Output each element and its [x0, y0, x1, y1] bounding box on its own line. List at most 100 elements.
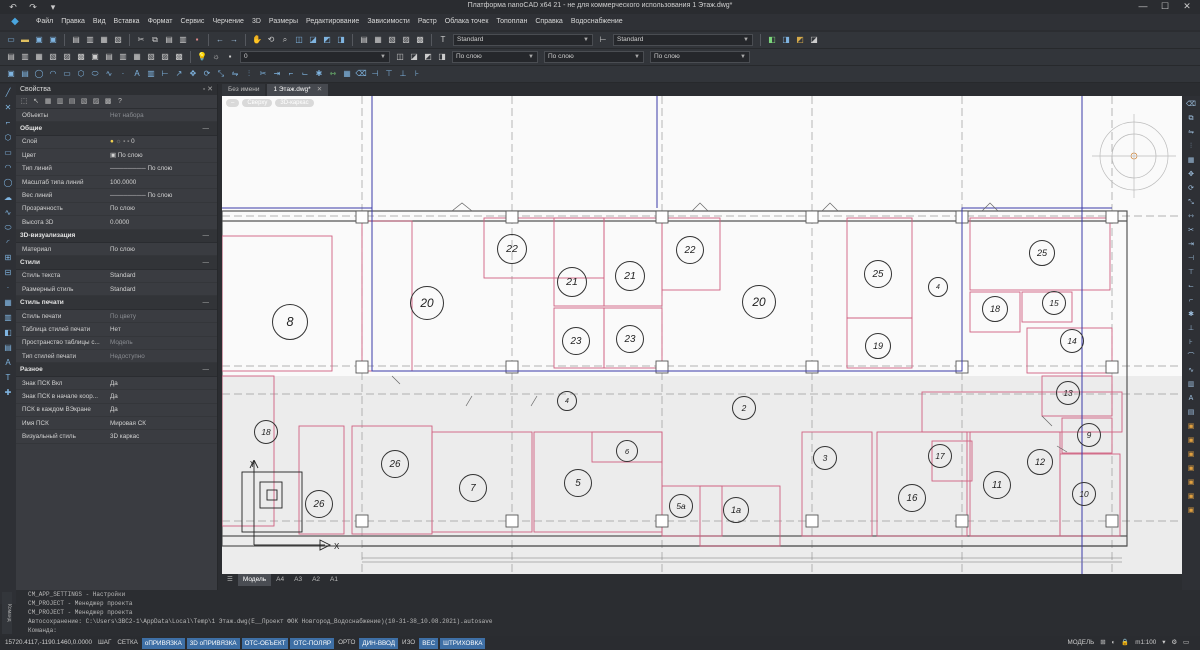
- match-properties-icon[interactable]: ▪: [191, 34, 203, 46]
- layer-match-icon[interactable]: ◨: [436, 51, 448, 63]
- menu-constraints[interactable]: Зависимости: [363, 14, 413, 30]
- layer-select[interactable]: 0 ▼: [240, 51, 390, 63]
- property-row[interactable]: Материал По слою: [16, 243, 217, 257]
- join-icon[interactable]: ⊤: [383, 68, 395, 80]
- table-icon[interactable]: ▦: [131, 51, 143, 63]
- text-style-select[interactable]: Standard ▼: [453, 34, 593, 46]
- xref-editor-icon[interactable]: ▣: [1186, 436, 1196, 446]
- align-tool-icon[interactable]: ⊦: [1186, 338, 1196, 348]
- zoom-all-icon[interactable]: ◨: [335, 34, 347, 46]
- block-editor-icon[interactable]: ▣: [1186, 422, 1196, 432]
- annotation-scale-icon[interactable]: ▾: [1159, 636, 1168, 650]
- menu-raster[interactable]: Растр: [414, 14, 441, 30]
- toggle-hatch[interactable]: ШТРИХОВКА: [440, 637, 486, 649]
- paste-special-icon[interactable]: ▥: [177, 34, 189, 46]
- toggle-snap[interactable]: ШАГ: [95, 636, 114, 650]
- pointer-icon[interactable]: ↖: [31, 97, 41, 107]
- menu-insert[interactable]: Вставка: [110, 14, 144, 30]
- zoom-realtime-icon[interactable]: ⌕: [279, 34, 291, 46]
- linetype-select[interactable]: По слою ▼: [544, 51, 644, 63]
- erase-tool-icon[interactable]: ⌫: [1186, 100, 1196, 110]
- select-objects-icon[interactable]: ⬚: [19, 97, 29, 107]
- sort-icon[interactable]: ▨: [91, 97, 101, 107]
- extend-icon[interactable]: ⇥: [271, 68, 283, 80]
- array-icon[interactable]: ▦: [341, 68, 353, 80]
- collapse-icon[interactable]: —: [203, 259, 210, 266]
- make-current-layer-icon[interactable]: ◫: [394, 51, 406, 63]
- ellipse-tool-icon[interactable]: ⬭: [2, 222, 14, 234]
- property-row[interactable]: Высота 3D 0.0000: [16, 216, 217, 230]
- pan-icon[interactable]: ✋: [251, 34, 263, 46]
- tab-a1[interactable]: A1: [325, 574, 343, 586]
- text-style-icon[interactable]: T: [437, 34, 449, 46]
- zoom-extents-icon[interactable]: ◩: [321, 34, 333, 46]
- cut-icon[interactable]: ✂: [135, 34, 147, 46]
- tool-palettes-icon[interactable]: ▧: [386, 34, 398, 46]
- revcloud-icon[interactable]: ☁: [2, 192, 14, 204]
- xref-icon[interactable]: ▩: [75, 51, 87, 63]
- property-row[interactable]: ПСК в каждом ВЭкране Да: [16, 404, 217, 417]
- close-button[interactable]: ✕: [1180, 1, 1194, 12]
- dimension-style-select[interactable]: Standard ▼: [613, 34, 753, 46]
- draworder-icon[interactable]: ▤: [5, 51, 17, 63]
- circle-icon[interactable]: ◯: [33, 68, 45, 80]
- edit-attribute-icon[interactable]: ▤: [1186, 408, 1196, 418]
- property-row[interactable]: Тип стилей печати Недоступно: [16, 350, 217, 364]
- section-plot-style[interactable]: Стиль печати —: [16, 296, 217, 310]
- audit-icon[interactable]: ▣: [1186, 506, 1196, 516]
- menu-dimensions[interactable]: Размеры: [265, 14, 302, 30]
- group-icon[interactable]: ▥: [19, 51, 31, 63]
- panel-pin-close-icon[interactable]: ▫ ✕: [203, 84, 213, 95]
- region-icon[interactable]: ▩: [173, 51, 185, 63]
- section-styles[interactable]: Стили —: [16, 256, 217, 270]
- make-block-icon[interactable]: ⊟: [2, 267, 14, 279]
- trim-tool-icon[interactable]: ✂: [1186, 226, 1196, 236]
- view-cube-icon[interactable]: ◨: [780, 34, 792, 46]
- arc-tool-icon[interactable]: ◠: [2, 162, 14, 174]
- field-icon[interactable]: ▧: [145, 51, 157, 63]
- quick-select-icon[interactable]: ▦: [43, 97, 53, 107]
- nanocad-logo-icon[interactable]: ◆: [4, 15, 26, 29]
- move-icon[interactable]: ✥: [187, 68, 199, 80]
- menu-modify[interactable]: Редактирование: [302, 14, 363, 30]
- point-tool-icon[interactable]: ·: [2, 282, 14, 294]
- menu-file[interactable]: Файл: [32, 14, 57, 30]
- stretch-tool-icon[interactable]: ⇿: [1186, 212, 1196, 222]
- toggle-ortho[interactable]: ОРТО: [335, 636, 358, 650]
- collapse-icon[interactable]: —: [203, 299, 210, 306]
- collapse-icon[interactable]: —: [203, 232, 210, 239]
- export-icon[interactable]: ▧: [112, 34, 124, 46]
- rectangle-tool-icon[interactable]: ▭: [2, 147, 14, 159]
- menu-water-supply[interactable]: Водоснабжение: [567, 14, 627, 30]
- add-selected-icon[interactable]: ✚: [2, 387, 14, 399]
- undo-toolbar-icon[interactable]: ←: [214, 34, 226, 46]
- leader-icon[interactable]: ↗: [173, 68, 185, 80]
- tab-a3[interactable]: A3: [289, 574, 307, 586]
- toggle-polar[interactable]: ОТС-ПОЛЯР: [290, 637, 335, 649]
- pickadd-icon[interactable]: ▤: [67, 97, 77, 107]
- save-icon[interactable]: ▣: [33, 34, 45, 46]
- attribute-icon[interactable]: ▨: [159, 51, 171, 63]
- property-row[interactable]: Визуальный стиль 3D каркас: [16, 430, 217, 444]
- design-center-icon[interactable]: ▦: [372, 34, 384, 46]
- property-row[interactable]: Объекты Нет набора: [16, 109, 217, 123]
- text-tool-icon[interactable]: T: [2, 372, 14, 384]
- doc-tab-untitled[interactable]: Без имени: [222, 84, 266, 96]
- menu-draw[interactable]: Черчение: [208, 14, 248, 30]
- zoom-window-icon[interactable]: ◫: [293, 34, 305, 46]
- hatch-tool-icon[interactable]: ▦: [2, 297, 14, 309]
- close-tab-icon[interactable]: ✕: [317, 86, 322, 93]
- view-direction-button[interactable]: Сверху: [242, 99, 273, 107]
- property-row[interactable]: Стиль печати По цвету: [16, 310, 217, 324]
- edit-text-icon[interactable]: A: [1186, 394, 1196, 404]
- copy-tool-icon[interactable]: ⧉: [1186, 114, 1196, 124]
- layout-list-icon[interactable]: ☰: [222, 574, 238, 586]
- layer-tools-icon[interactable]: ▣: [1186, 450, 1196, 460]
- mtext-tool-icon[interactable]: A: [2, 357, 14, 369]
- edit-spline-icon[interactable]: ∿: [1186, 366, 1196, 376]
- offset-tool-icon[interactable]: ⫶: [1186, 142, 1196, 152]
- property-row[interactable]: Тип линий ──────── По слою: [16, 163, 217, 176]
- purge-icon[interactable]: ▣: [1186, 492, 1196, 502]
- line-icon[interactable]: ▣: [5, 68, 17, 80]
- help-icon[interactable]: ?: [115, 97, 125, 107]
